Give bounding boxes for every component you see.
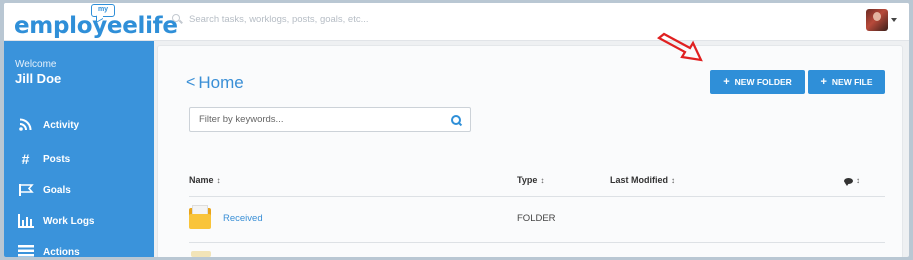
sidebar-item-label: Actions	[43, 246, 80, 258]
column-header-label: Type	[517, 175, 538, 185]
app-window: employeelife my Welcome Jill Doe Activit…	[4, 3, 909, 257]
hash-icon: #	[21, 151, 30, 167]
column-header-comments[interactable]: ↕	[844, 175, 860, 186]
sidebar-item-label: Posts	[43, 153, 71, 165]
sidebar-item-activity[interactable]: Activity	[17, 116, 79, 134]
sidebar-item-actions[interactable]: Actions	[17, 243, 80, 257]
comment-icon	[844, 177, 853, 186]
top-bar: employeelife my	[4, 3, 909, 41]
user-name: Jill Doe	[15, 71, 62, 86]
sidebar-item-posts[interactable]: # Posts	[17, 150, 71, 168]
sort-icon: ↕	[216, 176, 221, 185]
new-folder-button[interactable]: + NEW FOLDER	[710, 70, 805, 94]
sort-icon: ↕	[856, 176, 860, 185]
filter-input[interactable]	[199, 114, 439, 125]
sidebar: Welcome Jill Doe Activity # Posts Goals …	[4, 41, 154, 257]
sort-icon: ↕	[540, 176, 545, 185]
global-search	[172, 14, 489, 25]
welcome-label: Welcome	[15, 59, 57, 70]
sort-icon: ↕	[671, 176, 675, 185]
folder-icon	[189, 205, 211, 229]
annotation-arrow-icon	[657, 32, 703, 62]
file-name-link[interactable]: Received	[223, 213, 263, 224]
files-panel: < Home + NEW FOLDER + NEW FILE Name↕ Typ…	[157, 32, 903, 257]
sidebar-item-label: Activity	[43, 119, 80, 131]
filter-box	[189, 107, 471, 132]
sidebar-item-goals[interactable]: Goals	[17, 181, 71, 199]
bar-chart-icon	[17, 214, 34, 228]
logo-badge: my	[91, 4, 115, 17]
new-file-label: NEW FILE	[831, 77, 873, 87]
sidebar-item-work-logs[interactable]: Work Logs	[17, 212, 94, 230]
rss-icon	[17, 118, 34, 132]
avatar[interactable]	[866, 9, 888, 31]
plus-icon: +	[820, 76, 827, 88]
sidebar-item-label: Goals	[43, 184, 71, 196]
table-divider	[189, 196, 885, 197]
file-type: FOLDER	[517, 213, 556, 224]
table-divider	[189, 242, 885, 243]
column-header-name[interactable]: Name ↕	[189, 175, 221, 185]
column-header-last-modified[interactable]: Last Modified ↕	[610, 175, 675, 185]
flag-icon	[17, 183, 34, 197]
search-input[interactable]	[189, 14, 489, 25]
back-chevron-icon[interactable]: <	[186, 74, 195, 92]
new-folder-label: NEW FOLDER	[734, 77, 792, 87]
column-header-type[interactable]: Type ↕	[517, 175, 544, 185]
page-title: < Home	[186, 73, 244, 93]
new-file-button[interactable]: + NEW FILE	[808, 70, 885, 94]
sidebar-item-label: Work Logs	[43, 215, 95, 227]
plus-icon: +	[723, 76, 730, 88]
column-header-label: Last Modified	[610, 175, 668, 185]
column-header-label: Name	[189, 175, 214, 185]
folder-icon	[191, 251, 211, 257]
list-icon	[17, 245, 34, 257]
search-icon	[172, 14, 183, 25]
page-title-text: Home	[198, 73, 244, 92]
search-icon[interactable]	[451, 115, 462, 126]
chevron-down-icon[interactable]	[891, 18, 897, 22]
